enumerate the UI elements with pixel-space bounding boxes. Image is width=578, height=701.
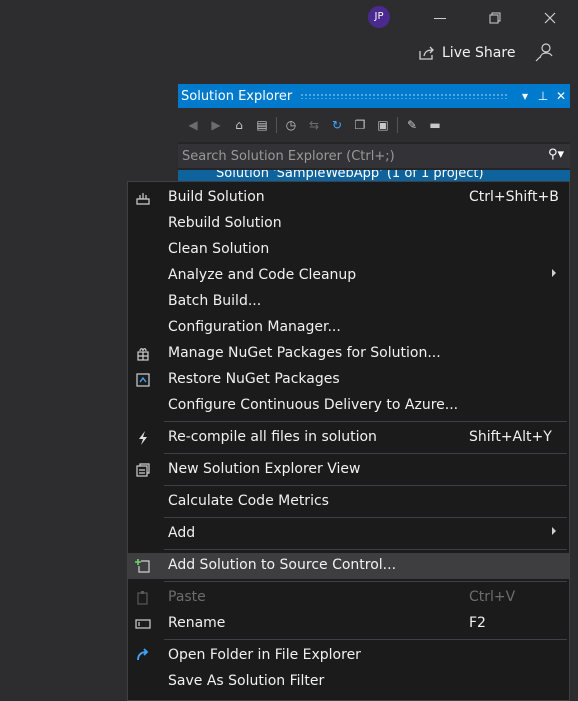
menu-item-shortcut: Ctrl+Shift+B: [469, 189, 559, 205]
menu-item-label: Calculate Code Metrics: [168, 493, 329, 509]
show-all-files-icon[interactable]: ▣: [374, 116, 392, 134]
menu-item-analyze-code-cleanup[interactable]: Analyze and Code Cleanup: [128, 263, 569, 289]
toolbar-separator: [397, 117, 398, 133]
menu-item-manage-nuget[interactable]: Manage NuGet Packages for Solution...: [128, 341, 569, 367]
solution-explorer-panel: Solution Explorer ▾ ⊥ ✕ ◀ ▶ ⌂ ▤ ◷ ⇆ ↻ ❐ …: [178, 84, 570, 184]
menu-item-rebuild-solution[interactable]: Rebuild Solution: [128, 211, 569, 237]
properties-icon[interactable]: ✎: [403, 116, 421, 134]
menu-item-label: Re-compile all files in solution: [168, 429, 377, 445]
menu-separator: [164, 549, 567, 550]
rename-icon: [134, 615, 152, 633]
menu-item-shortcut: F2: [469, 615, 486, 631]
search-icon[interactable]: ⚲▾: [548, 147, 564, 162]
menu-item-open-folder[interactable]: Open Folder in File Explorer: [128, 643, 569, 669]
lightning-icon: [134, 429, 152, 447]
forward-icon[interactable]: ▶: [207, 116, 225, 134]
switch-views-icon[interactable]: ▤: [253, 116, 271, 134]
menu-item-label: Manage NuGet Packages for Solution...: [168, 345, 441, 361]
menu-item-label: Configure Continuous Delivery to Azure..…: [168, 397, 459, 413]
menu-item-label: Analyze and Code Cleanup: [168, 267, 357, 283]
menu-item-shortcut: Shift+Alt+Y: [469, 429, 552, 445]
panel-pin-button[interactable]: ⊥: [534, 89, 552, 103]
pending-changes-icon[interactable]: ◷: [282, 116, 300, 134]
nuget-icon: [134, 345, 152, 363]
menu-item-rename[interactable]: Rename F2: [128, 611, 569, 637]
restore-button[interactable]: [480, 6, 510, 30]
submenu-arrow-icon: [552, 269, 556, 277]
feedback-icon: [535, 43, 553, 62]
menu-item-label: Rebuild Solution: [168, 215, 282, 231]
title-bar: JP: [0, 0, 578, 36]
menu-item-label: Add: [168, 525, 196, 541]
menu-item-paste[interactable]: Paste Ctrl+V: [128, 585, 569, 611]
menu-item-add-to-source-control[interactable]: Add Solution to Source Control...: [128, 553, 569, 579]
build-icon: [134, 189, 152, 207]
menu-item-add[interactable]: Add: [128, 521, 569, 547]
menu-item-label: Rename: [168, 615, 226, 631]
menu-item-label: Build Solution: [168, 189, 265, 205]
menu-separator: [164, 421, 567, 422]
add-source-control-icon: [134, 557, 152, 575]
menu-item-save-as-filter[interactable]: Save As Solution Filter: [128, 669, 569, 695]
menu-item-label: Restore NuGet Packages: [168, 371, 340, 387]
back-icon[interactable]: ◀: [184, 116, 202, 134]
title-grip: [300, 93, 508, 99]
menu-separator: [164, 453, 567, 454]
menu-item-restore-nuget[interactable]: Restore NuGet Packages: [128, 367, 569, 393]
solution-tree-row-label: Solution 'SampleWebApp' (1 of 1 project): [216, 170, 484, 181]
solution-explorer-title: Solution Explorer: [181, 88, 293, 104]
paste-icon: [134, 589, 152, 607]
menu-item-label: Clean Solution: [168, 241, 270, 257]
context-menu: Build Solution Ctrl+Shift+B Rebuild Solu…: [127, 181, 570, 701]
menu-item-recompile-all[interactable]: Re-compile all files in solution Shift+A…: [128, 425, 569, 451]
menu-item-batch-build[interactable]: Batch Build...: [128, 289, 569, 315]
menu-item-label: Paste: [168, 589, 206, 605]
menu-item-label: Configuration Manager...: [168, 319, 341, 335]
toolbar-separator: [276, 117, 277, 133]
solution-explorer-titlebar: Solution Explorer ▾ ⊥ ✕: [178, 84, 570, 108]
menu-item-build-solution[interactable]: Build Solution Ctrl+Shift+B: [128, 185, 569, 211]
share-icon: [419, 46, 434, 60]
search-placeholder: Search Solution Explorer (Ctrl+;): [182, 148, 395, 164]
feedback-button[interactable]: [534, 41, 556, 63]
menu-item-clean-solution[interactable]: Clean Solution: [128, 237, 569, 263]
preview-icon[interactable]: ▬: [426, 116, 444, 134]
solution-explorer-toolbar: ◀ ▶ ⌂ ▤ ◷ ⇆ ↻ ❐ ▣ ✎ ▬: [178, 108, 570, 142]
menu-separator: [164, 485, 567, 486]
restore-icon: [489, 12, 501, 24]
live-share-label: Live Share: [442, 45, 516, 61]
menu-item-calculate-metrics[interactable]: Calculate Code Metrics: [128, 489, 569, 515]
minimize-button[interactable]: [425, 6, 455, 30]
menu-item-label: New Solution Explorer View: [168, 461, 361, 477]
menu-item-label: Save As Solution Filter: [168, 673, 325, 689]
menu-item-label: Batch Build...: [168, 293, 262, 309]
refresh-icon[interactable]: ↻: [328, 116, 346, 134]
live-share-button[interactable]: Live Share: [418, 40, 515, 66]
home-icon[interactable]: ⌂: [230, 116, 248, 134]
panel-close-button[interactable]: ✕: [552, 89, 570, 103]
user-avatar[interactable]: JP: [368, 6, 390, 28]
restore-icon: [134, 371, 152, 389]
new-view-icon: [134, 461, 152, 479]
menu-item-shortcut: Ctrl+V: [469, 589, 516, 605]
menu-item-new-se-view[interactable]: New Solution Explorer View: [128, 457, 569, 483]
solution-explorer-search[interactable]: Search Solution Explorer (Ctrl+;) ⚲▾: [178, 144, 570, 168]
panel-dropdown-button[interactable]: ▾: [516, 89, 534, 103]
close-button[interactable]: [535, 6, 565, 30]
menu-item-configuration-manager[interactable]: Configuration Manager...: [128, 315, 569, 341]
menu-separator: [164, 581, 567, 582]
sync-icon[interactable]: ⇆: [305, 116, 323, 134]
collapse-all-icon[interactable]: ❐: [351, 116, 369, 134]
minimize-icon: [434, 17, 446, 19]
menu-item-configure-cd-azure[interactable]: Configure Continuous Delivery to Azure..…: [128, 393, 569, 419]
menu-separator: [164, 639, 567, 640]
submenu-arrow-icon: [552, 527, 556, 535]
menu-separator: [164, 517, 567, 518]
close-icon: [544, 12, 556, 24]
open-folder-icon: [134, 647, 152, 665]
menu-item-label: Open Folder in File Explorer: [168, 647, 361, 663]
menu-item-label: Add Solution to Source Control...: [168, 557, 397, 573]
